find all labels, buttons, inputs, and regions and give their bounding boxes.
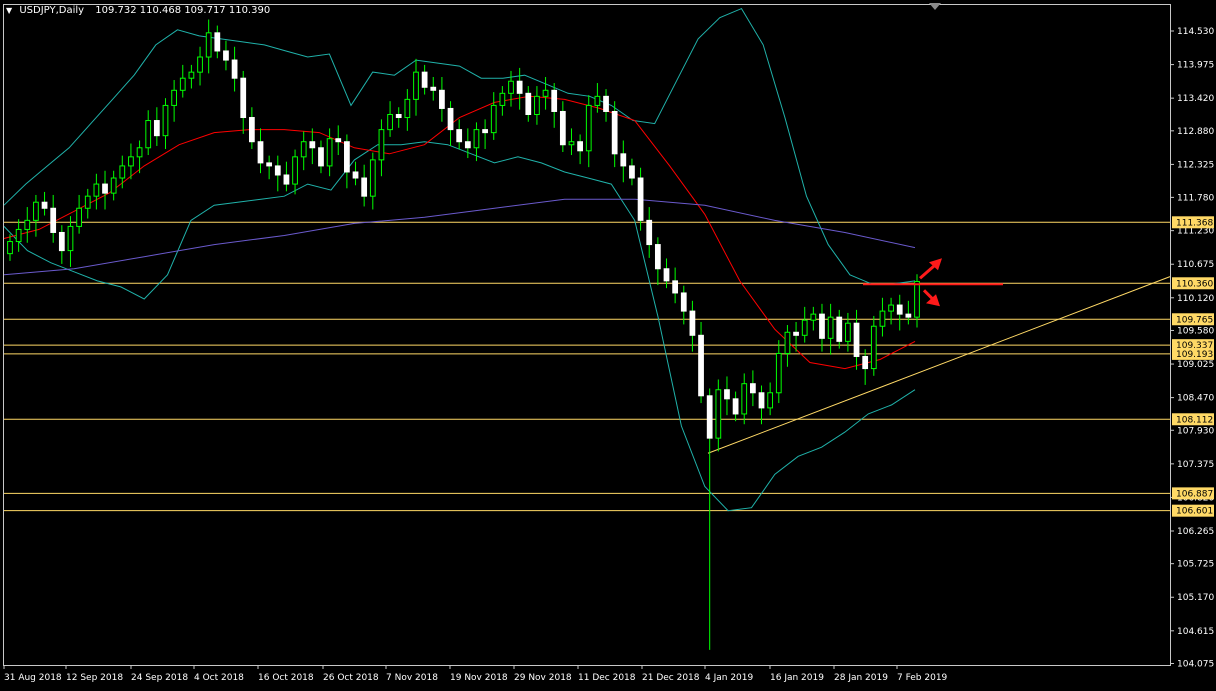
- y-tick-label: 111.780: [1177, 193, 1214, 203]
- x-tick-label: 21 Dec 2018: [642, 673, 700, 683]
- x-tick-label: 28 Jan 2019: [834, 673, 888, 683]
- symbol-label: USDJPY,Daily: [19, 5, 85, 16]
- x-tick-label: 4 Oct 2018: [194, 673, 244, 683]
- chart-shift-marker-icon[interactable]: [929, 3, 941, 10]
- x-tick-label: 7 Nov 2018: [386, 673, 438, 683]
- x-tick-label: 26 Oct 2018: [323, 673, 379, 683]
- y-tick-label: 105.170: [1177, 593, 1214, 603]
- x-tick-label: 7 Feb 2019: [897, 673, 948, 683]
- level-price-label: 109.765: [1172, 313, 1214, 326]
- y-tick-label: 105.725: [1177, 560, 1214, 570]
- y-tick-label: 110.120: [1177, 294, 1214, 304]
- x-tick-label: 4 Jan 2019: [705, 673, 753, 683]
- y-tick-label: 107.375: [1177, 460, 1214, 470]
- x-tick-label: 24 Sep 2018: [131, 673, 188, 683]
- level-price-label: 111.368: [1172, 216, 1214, 229]
- x-tick-label: 19 Nov 2018: [450, 673, 508, 683]
- x-tick-label: 29 Nov 2018: [514, 673, 572, 683]
- y-tick-label: 112.880: [1177, 127, 1214, 137]
- level-price-label: 106.601: [1172, 504, 1214, 517]
- level-price-label: 109.193: [1172, 347, 1214, 360]
- x-tick-label: 11 Dec 2018: [578, 673, 636, 683]
- y-tick-label: 109.025: [1177, 360, 1214, 370]
- x-tick-label: 31 Aug 2018: [4, 673, 62, 683]
- x-tick-label: 16 Oct 2018: [258, 673, 314, 683]
- x-tick-label: 12 Sep 2018: [66, 673, 123, 683]
- level-price-label: 106.887: [1172, 487, 1214, 500]
- level-price-text: 111.368: [1176, 218, 1213, 228]
- y-tick-label: 109.580: [1177, 326, 1214, 336]
- level-price-text: 106.887: [1176, 489, 1213, 499]
- level-price-text: 109.765: [1176, 315, 1213, 325]
- y-tick-label: 108.470: [1177, 394, 1214, 404]
- y-tick-label: 113.420: [1177, 94, 1214, 104]
- y-tick-label: 107.930: [1177, 426, 1214, 436]
- y-tick-label: 104.615: [1177, 627, 1214, 637]
- level-price-label: 110.360: [1172, 277, 1214, 290]
- y-tick-label: 112.325: [1177, 160, 1214, 170]
- level-price-text: 106.601: [1176, 507, 1213, 517]
- y-tick-label: 114.530: [1177, 27, 1214, 37]
- level-price-text: 110.360: [1176, 279, 1213, 289]
- plot-frame: [3, 4, 1171, 666]
- x-tick-label: 16 Jan 2019: [770, 673, 824, 683]
- y-tick-label: 106.265: [1177, 527, 1214, 537]
- level-price-label: 108.112: [1172, 413, 1214, 426]
- chart-header: ▼ USDJPY,Daily 109.732 110.468 109.717 1…: [6, 5, 270, 16]
- collapse-triangle-icon[interactable]: ▼: [6, 6, 12, 15]
- ohlc-readout: 109.732 110.468 109.717 110.390: [95, 5, 271, 16]
- y-tick-label: 104.075: [1177, 659, 1214, 669]
- y-tick-label: 113.975: [1177, 61, 1214, 71]
- level-price-text: 108.112: [1176, 415, 1213, 425]
- y-tick-label: 110.675: [1177, 260, 1214, 270]
- level-price-text: 109.193: [1176, 350, 1213, 360]
- chart-window[interactable]: 114.530 113.975 113.420 112.880 112.325 111.7…: [0, 0, 1216, 691]
